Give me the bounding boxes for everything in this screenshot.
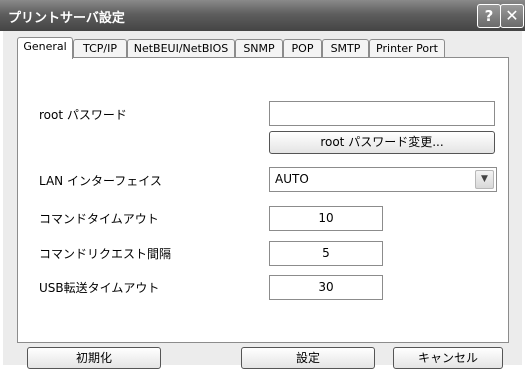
lan-interface-label: LAN インターフェイス bbox=[39, 174, 162, 188]
tab-netbeui-netbios[interactable]: NetBEUI/NetBIOS bbox=[127, 39, 235, 58]
close-button[interactable]: ✕ bbox=[500, 4, 524, 28]
initialize-button[interactable]: 初期化 bbox=[27, 347, 161, 369]
lan-interface-select[interactable]: AUTO ▼ bbox=[269, 167, 497, 192]
command-request-interval-field[interactable]: 5 bbox=[269, 241, 383, 266]
cancel-button[interactable]: キャンセル bbox=[393, 347, 503, 369]
help-button[interactable]: ? bbox=[477, 4, 501, 28]
tab-tcpip[interactable]: TCP/IP bbox=[73, 39, 127, 58]
root-password-field[interactable] bbox=[269, 101, 495, 126]
help-icon: ? bbox=[484, 7, 494, 25]
tab-snmp[interactable]: SNMP bbox=[235, 39, 283, 58]
general-tab-panel: root パスワード root パスワード変更... LAN インターフェイス … bbox=[17, 57, 509, 343]
title-bar[interactable]: プリントサーバ設定 ? ✕ bbox=[0, 0, 525, 31]
window-title: プリントサーバ設定 bbox=[8, 11, 125, 26]
tab-printer-port[interactable]: Printer Port bbox=[369, 39, 445, 58]
command-timeout-field[interactable]: 10 bbox=[269, 206, 383, 231]
tab-general[interactable]: General bbox=[17, 37, 73, 59]
command-request-interval-label: コマンドリクエスト間隔 bbox=[39, 247, 172, 261]
chevron-down-icon[interactable]: ▼ bbox=[475, 170, 494, 189]
lan-interface-value: AUTO bbox=[275, 172, 309, 186]
usb-timeout-field[interactable]: 30 bbox=[269, 275, 383, 300]
command-timeout-label: コマンドタイムアウト bbox=[39, 212, 159, 226]
root-password-label: root パスワード bbox=[39, 108, 127, 122]
dialog-client: General TCP/IP NetBEUI/NetBIOS SNMP POP … bbox=[3, 31, 522, 369]
change-root-password-button[interactable]: root パスワード変更... bbox=[269, 131, 495, 154]
tab-pop[interactable]: POP bbox=[283, 39, 322, 58]
usb-timeout-label: USB転送タイムアウト bbox=[39, 281, 160, 295]
tab-smtp[interactable]: SMTP bbox=[322, 39, 369, 58]
apply-button[interactable]: 設定 bbox=[241, 347, 375, 369]
close-icon: ✕ bbox=[505, 6, 519, 25]
dialog-window: プリントサーバ設定 ? ✕ General TCP/IP NetBEUI/Net… bbox=[0, 0, 525, 369]
